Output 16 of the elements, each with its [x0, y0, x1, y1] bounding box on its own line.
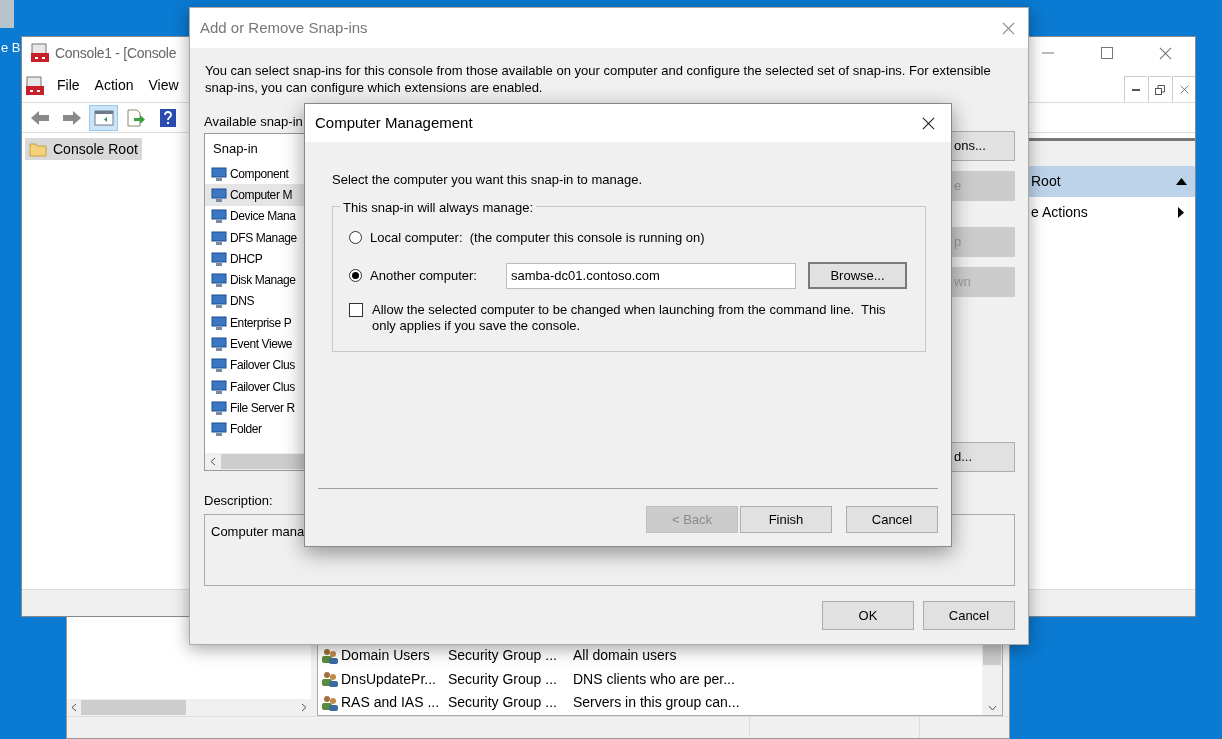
group-description: Servers in this group can... [573, 693, 740, 713]
dialog-title: Computer Management [315, 112, 474, 133]
group-type: Security Group ... [448, 693, 558, 713]
column-header: Snap-in [213, 139, 259, 158]
group-description: DNS clients who are per... [573, 669, 735, 689]
list-label: Available snap-in [204, 113, 303, 131]
dialog-title: Add or Remove Snap-ins [200, 17, 369, 38]
description-label: Description: [204, 491, 273, 510]
group-description: All domain users [573, 646, 677, 666]
tree-label: Console Root [53, 139, 138, 159]
group-type: Security Group ... [448, 646, 558, 666]
group-type: Security Group ... [448, 669, 558, 689]
prompt-text: Select the computer you want this snap-in to manage. [332, 171, 642, 189]
actions-header-label: Root [1031, 172, 1062, 191]
intro-text: You can select snap-ins for this console from those available on your computer and configure the selected set of snap-ins. For extensible snap-ins, you can configure which extensions are enabled. [205, 62, 992, 96]
window-title: Console1 - [Console [55, 43, 177, 63]
